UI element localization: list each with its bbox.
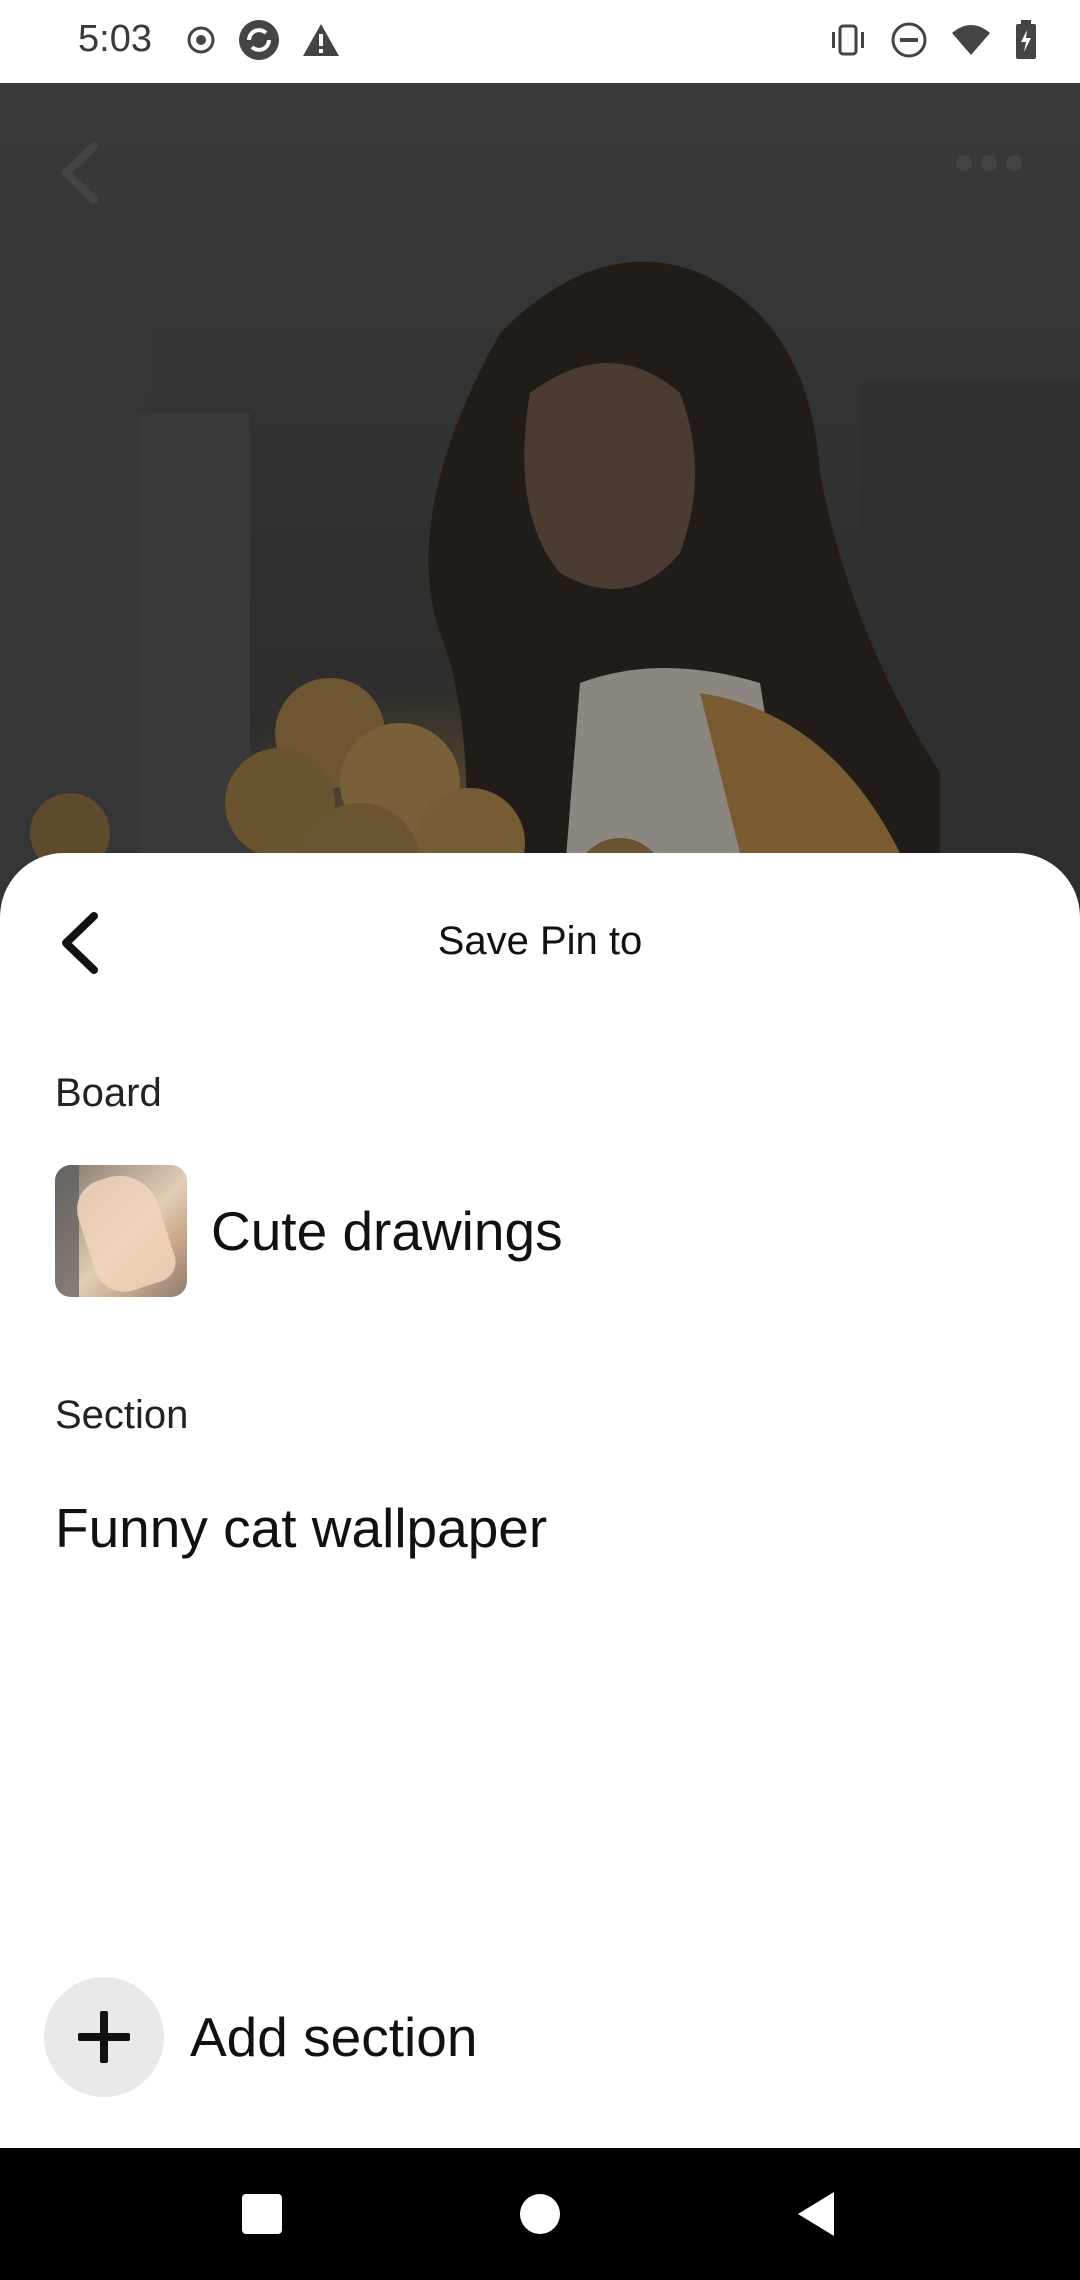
warning-icon [301, 22, 341, 63]
status-left-icons [185, 18, 341, 66]
battery-icon [1014, 19, 1038, 65]
add-section-circle [44, 1977, 164, 2097]
vibrate-icon [828, 22, 868, 63]
triangle-back-icon [798, 2192, 834, 2236]
status-right-icons [828, 18, 1038, 66]
status-time: 5:03 [78, 18, 152, 60]
board-label: Board [55, 1071, 162, 1115]
home-button[interactable] [510, 2184, 570, 2244]
board-thumbnail [55, 1165, 187, 1297]
recents-button[interactable] [232, 2184, 292, 2244]
navigation-bar [0, 2148, 1080, 2280]
board-name: Cute drawings [211, 1200, 563, 1262]
wifi-icon [950, 23, 992, 62]
sync-icon [237, 18, 281, 67]
square-icon [242, 2194, 282, 2234]
section-label: Section [55, 1393, 189, 1437]
more-horizontal-icon[interactable] [954, 153, 1024, 173]
chevron-left-icon[interactable] [52, 138, 112, 208]
section-item[interactable]: Funny cat wallpaper [55, 1496, 547, 1560]
plus-icon [78, 2011, 130, 2063]
pin-image-background [0, 83, 1080, 903]
do-not-disturb-icon [890, 21, 928, 64]
back-nav-button[interactable] [786, 2184, 846, 2244]
record-icon [185, 24, 217, 61]
add-section-button[interactable]: Add section [44, 1977, 477, 2097]
circle-icon [520, 2194, 560, 2234]
sheet-title: Save Pin to [437, 919, 643, 963]
board-row[interactable]: Cute drawings [55, 1165, 1035, 1297]
save-pin-sheet: Save Pin to Board Cute drawings Section … [0, 853, 1080, 2148]
status-bar: 5:03 [0, 0, 1080, 83]
add-section-label: Add section [190, 2006, 478, 2068]
